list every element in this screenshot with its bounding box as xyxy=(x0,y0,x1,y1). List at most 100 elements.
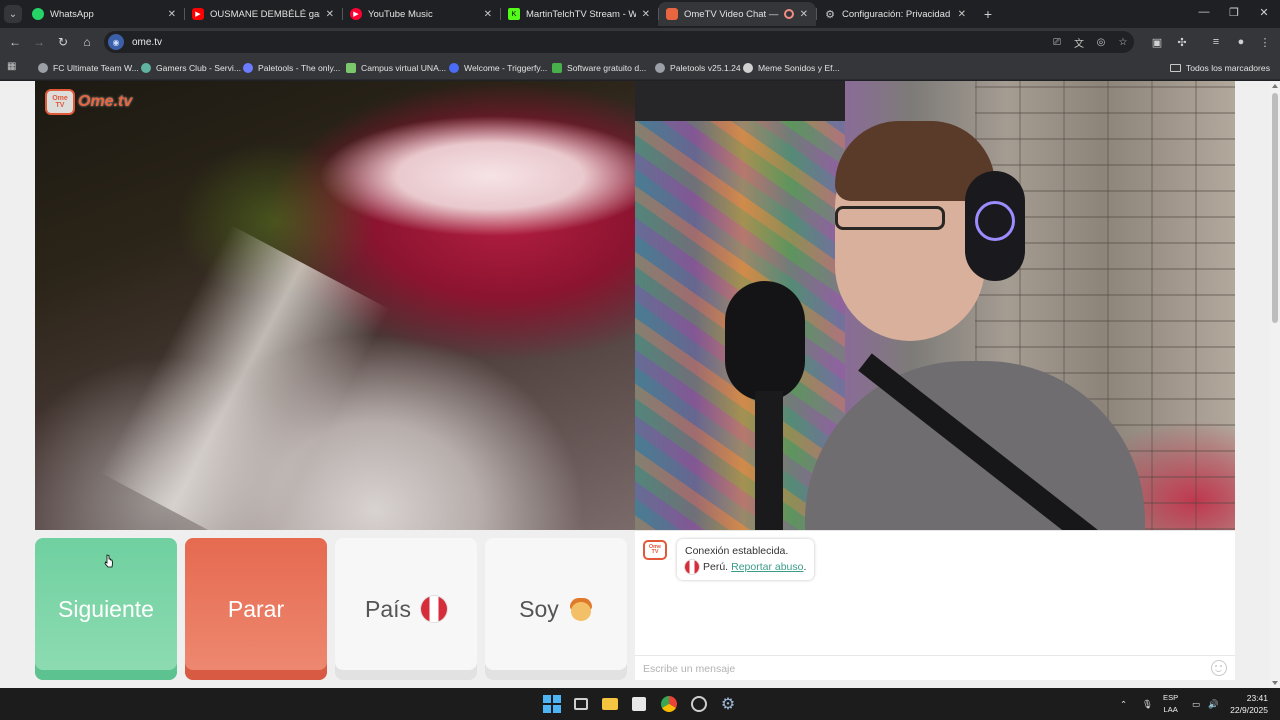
bookmark-software-gratuito[interactable]: Software gratuito d... xyxy=(552,60,646,76)
country-filter-button[interactable]: País xyxy=(335,538,477,680)
scrollbar-thumb[interactable] xyxy=(1272,93,1278,323)
store-icon[interactable] xyxy=(629,694,649,714)
peru-flag-icon xyxy=(685,560,699,574)
chrome-icon[interactable] xyxy=(659,694,679,714)
stop-label: Parar xyxy=(227,595,285,622)
close-icon[interactable]: ✕ xyxy=(484,9,492,20)
emoji-icon[interactable] xyxy=(1211,660,1227,676)
clock-time: 23:41 xyxy=(1246,693,1268,703)
extensions-puzzle-icon[interactable]: ✣ xyxy=(1174,34,1190,50)
windows-start-icon[interactable] xyxy=(542,694,562,714)
site-info-icon[interactable]: ◉ xyxy=(108,34,124,50)
microphone-tray-icon[interactable]: 🎙 xyxy=(1142,688,1153,720)
home-icon[interactable]: ⌂ xyxy=(79,34,95,50)
tab-ometv[interactable]: OmeTV Video Chat — Ome ✕ xyxy=(658,2,816,26)
system-clock[interactable]: 23:41 22/9/2025 xyxy=(1230,692,1268,716)
page-scrollbar[interactable] xyxy=(1270,81,1280,688)
bookmark-campus-virtual[interactable]: Campus virtual UNA... xyxy=(346,60,446,76)
steam-icon[interactable] xyxy=(689,694,709,714)
tab-search-chevron-icon[interactable]: ⌄ xyxy=(4,5,22,23)
close-icon[interactable]: ✕ xyxy=(642,9,650,20)
clock-date: 22/9/2025 xyxy=(1230,705,1268,715)
close-icon[interactable]: ✕ xyxy=(800,9,808,20)
tab-strip: ⌄ WhatsApp ✕ ▶ OUSMANE DEMBÉLÉ gana el B… xyxy=(0,0,1280,28)
new-tab-button[interactable]: + xyxy=(980,6,996,22)
close-icon[interactable]: ✕ xyxy=(168,9,176,20)
translate-icon[interactable]: 文 xyxy=(1072,35,1086,50)
peru-flag-icon xyxy=(421,596,448,622)
all-bookmarks-label: Todos los marcadores xyxy=(1185,63,1270,73)
gender-button[interactable]: Soy xyxy=(485,538,627,680)
more-menu-icon[interactable]: ⋮ xyxy=(1257,34,1273,50)
bookmark-star-icon[interactable]: ☆ xyxy=(1116,35,1130,49)
bookmark-meme-sonidos[interactable]: Meme Sonidos y Ef... xyxy=(743,60,840,76)
bookmark-gamers-club[interactable]: Gamers Club - Servi... xyxy=(141,60,241,76)
globe-icon xyxy=(38,63,48,73)
display-tray-icon[interactable]: ▭ xyxy=(1192,688,1200,720)
kick-icon: K xyxy=(508,8,520,20)
address-bar[interactable]: ◉ ome.tv ⎚ 文 ◎ ☆ xyxy=(104,31,1134,53)
bookmark-label: Campus virtual UNA... xyxy=(361,63,447,73)
tracking-protection-icon[interactable]: ◎ xyxy=(1094,35,1108,49)
tab-youtube-dembele[interactable]: ▶ OUSMANE DEMBÉLÉ gana el B ✕ xyxy=(184,2,342,26)
headset-light xyxy=(975,201,1015,241)
system-message: Conexión establecida. Perú. Reportar abu… xyxy=(677,539,815,580)
window-close-icon[interactable]: ✕ xyxy=(1254,6,1274,19)
input-language[interactable]: ESP LAA xyxy=(1163,692,1178,716)
bookmark-label: FC Ultimate Team W... xyxy=(53,63,139,73)
browser-toolbar: ← → ↻ ⌂ ◉ ome.tv ⎚ 文 ◎ ☆ ▣ ✣ ≡ ● ⋮ xyxy=(0,28,1280,56)
mouse-cursor-icon xyxy=(104,554,113,568)
tab-youtube-music[interactable]: ▶ YouTube Music ✕ xyxy=(342,2,500,26)
back-arrow-icon[interactable]: ← xyxy=(7,34,23,50)
bookmark-fc-ultimate-team[interactable]: FC Ultimate Team W... xyxy=(38,60,139,76)
stop-button[interactable]: Parar xyxy=(185,538,327,680)
ometv-logo: Ome TV Ome.tv xyxy=(45,87,132,117)
file-explorer-icon[interactable] xyxy=(600,694,620,714)
media-controls-icon[interactable]: ≡ xyxy=(1208,34,1224,50)
language-code: ESP xyxy=(1163,693,1179,702)
bookmark-paletools[interactable]: Paletools - The only... xyxy=(243,60,340,76)
paletools-icon xyxy=(243,63,253,73)
restore-icon[interactable]: ❐ xyxy=(1224,6,1244,19)
tab-label: WhatsApp xyxy=(50,8,94,20)
bookmark-paletools-version[interactable]: Paletools v25.1.24 xyxy=(655,60,741,76)
self-video xyxy=(635,81,1235,530)
settings-gear-icon[interactable]: ⚙ xyxy=(718,694,738,714)
show-hidden-icons[interactable]: ⌃ xyxy=(1120,688,1127,720)
folder-icon xyxy=(1169,64,1181,72)
extension-icon[interactable]: ▣ xyxy=(1149,34,1165,50)
task-view-icon[interactable] xyxy=(571,694,591,714)
country-label: País xyxy=(364,595,412,622)
microphone xyxy=(725,281,805,401)
report-abuse-link[interactable]: Reportar abuso xyxy=(731,559,803,575)
chat-panel: Ome TV Conexión establecida. Perú. Repor… xyxy=(635,530,1235,680)
microphone-stem xyxy=(755,391,783,530)
tab-settings-privacy[interactable]: ⚙ Configuración: Privacidad y seg ✕ xyxy=(816,2,974,26)
volume-icon[interactable]: 🔊 xyxy=(1208,688,1219,720)
bookmark-triggerfy[interactable]: Welcome - Triggerfy... xyxy=(449,60,547,76)
message-input[interactable] xyxy=(643,662,1183,675)
profile-avatar-icon[interactable]: ● xyxy=(1233,34,1249,50)
gamers-club-icon xyxy=(141,63,151,73)
forward-arrow-icon[interactable]: → xyxy=(31,34,47,50)
next-label: Siguiente xyxy=(58,595,154,622)
scroll-down-icon[interactable] xyxy=(1272,681,1278,685)
report-suffix: . xyxy=(803,561,807,573)
close-icon[interactable]: ✕ xyxy=(326,9,334,20)
close-icon[interactable]: ✕ xyxy=(958,9,966,20)
tab-label: YouTube Music xyxy=(368,8,433,20)
minimize-icon[interactable]: — xyxy=(1194,6,1214,18)
software-icon xyxy=(552,63,562,73)
tab-whatsapp[interactable]: WhatsApp ✕ xyxy=(24,2,184,26)
reload-icon[interactable]: ↻ xyxy=(55,34,71,50)
globe-icon xyxy=(655,63,665,73)
install-app-icon[interactable]: ⎚ xyxy=(1050,35,1064,49)
bookmark-label: Welcome - Triggerfy... xyxy=(464,63,548,73)
scroll-up-icon[interactable] xyxy=(1272,84,1278,88)
tabs: WhatsApp ✕ ▶ OUSMANE DEMBÉLÉ gana el B ✕… xyxy=(24,2,974,28)
tab-kick-stream[interactable]: K MartinTelchTV Stream - Watch ✕ xyxy=(500,2,658,26)
tab-label: Configuración: Privacidad y seg xyxy=(842,8,952,20)
apps-grid-icon[interactable]: ▦ xyxy=(7,61,19,73)
whatsapp-icon xyxy=(32,8,44,20)
all-bookmarks-button[interactable]: Todos los marcadores xyxy=(1169,60,1270,76)
